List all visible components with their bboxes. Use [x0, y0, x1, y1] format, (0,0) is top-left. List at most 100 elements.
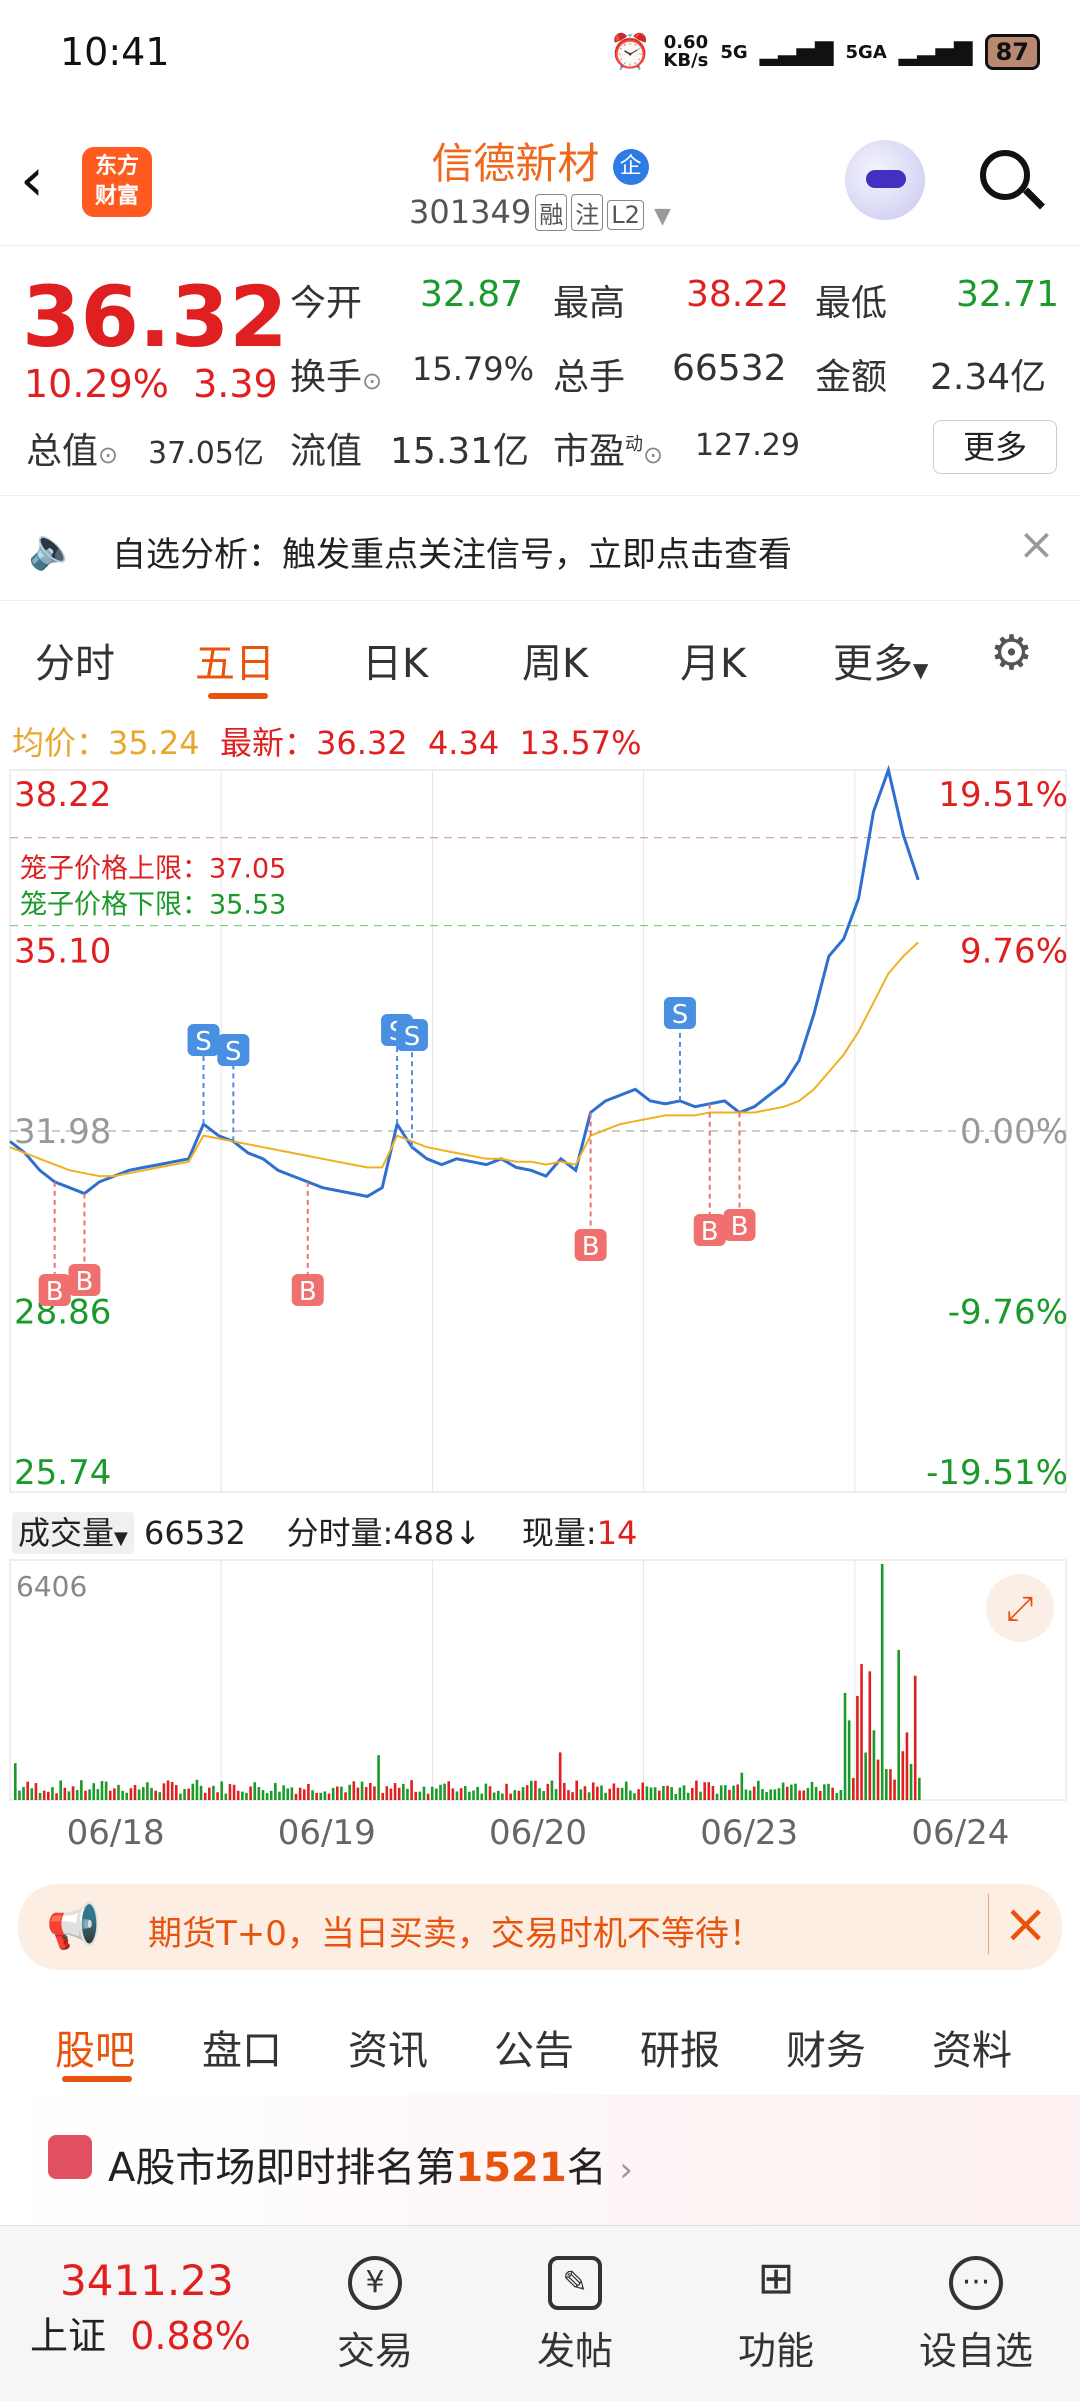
- volume-bar: [542, 1791, 545, 1800]
- volume-header: 成交量▼ 66532 分时量:488↓ 现量:14: [12, 1508, 637, 1554]
- volume-bar: [488, 1786, 492, 1800]
- volume-bar: [282, 1785, 285, 1800]
- volume-bar: [645, 1786, 649, 1800]
- volume-selector[interactable]: 成交量▼: [12, 1512, 134, 1554]
- tab-guba[interactable]: 股吧: [55, 2018, 135, 2076]
- volume-bar: [174, 1785, 178, 1800]
- more-button[interactable]: 更多: [933, 420, 1057, 474]
- status-bar: 10:41 ⏰ 0.60 KB/s 5G ▂▃▅▇ 5GA ▂▃▅▇ 87: [0, 0, 1080, 110]
- volume-bar: [711, 1786, 715, 1800]
- tab-research[interactable]: 研报: [640, 2018, 720, 2076]
- volume-bar: [327, 1793, 331, 1800]
- signal-icon: ▂▃▅▇: [898, 38, 973, 66]
- volume-bar: [307, 1783, 310, 1800]
- stock-header: ‹ 东方 财富 信德新材 企 301349 融注 L2 ▼: [0, 115, 1080, 246]
- tab-news[interactable]: 资讯: [348, 2018, 428, 2076]
- tab-profile[interactable]: 资料: [932, 2018, 1012, 2076]
- volume-bar: [75, 1790, 79, 1800]
- tab-intraday[interactable]: 分时: [35, 631, 115, 689]
- pe-label: 市盈动⊙: [553, 431, 664, 472]
- pe-value: 127.29: [695, 428, 800, 463]
- volume-bar: [389, 1788, 393, 1800]
- price-change: 10.29% 3.39: [24, 362, 278, 406]
- promo-text: 期货T+0，当日买卖，交易时机不等待！: [148, 1914, 763, 1954]
- y-axis-price-label: 25.74: [14, 1453, 111, 1493]
- volume-bar: [274, 1782, 277, 1800]
- nav-add-watchlist[interactable]: ··· 设自选: [916, 2256, 1036, 2375]
- volume-bar: [752, 1786, 756, 1800]
- market-rank-banner[interactable]: A股市场即时排名第1521名 ›: [0, 2095, 1080, 2225]
- volume-bar: [629, 1790, 632, 1800]
- volume-bar: [724, 1785, 727, 1800]
- volume-bar: [810, 1781, 814, 1800]
- volume-bar: [802, 1790, 806, 1800]
- volume-bar: [435, 1788, 438, 1800]
- trade-marker-label: B: [299, 1277, 317, 1307]
- volume-bar: [96, 1789, 100, 1800]
- tab-finance[interactable]: 财务: [786, 2018, 866, 2076]
- volume-bar: [410, 1780, 413, 1800]
- volume-bar: [633, 1793, 636, 1800]
- volume-bar: [38, 1792, 42, 1800]
- volume-bar: [335, 1786, 339, 1800]
- volume-bar: [748, 1790, 752, 1800]
- alert-banner[interactable]: 🔈 自选分析：触发重点关注信号，立即点击查看 ×: [0, 497, 1080, 601]
- volume-bar: [447, 1781, 451, 1800]
- five-day-chart[interactable]: 笼子价格上限：37.05 笼子价格下限：35.53 38.22 19.51% 35.10…: [0, 760, 1080, 1860]
- tab-five-day[interactable]: 五日: [195, 631, 275, 689]
- volume-bar: [765, 1791, 768, 1800]
- y-axis-price-label: 38.22: [14, 775, 111, 815]
- volume-bar: [257, 1787, 261, 1800]
- volume-bar: [773, 1789, 777, 1800]
- volume-bar: [158, 1792, 162, 1800]
- nav-functions[interactable]: ⊞ 功能: [716, 2256, 836, 2375]
- quote-panel: 36.32 10.29% 3.39 今开 32.87 最高 38.22 最低 3…: [0, 250, 1080, 496]
- volume-bar: [179, 1793, 182, 1800]
- volume-bar: [393, 1783, 397, 1800]
- volume-bar: [278, 1791, 281, 1800]
- tab-weekly-k[interactable]: 周K: [522, 631, 588, 689]
- trade-marker-label: S: [225, 1037, 242, 1067]
- trade-marker-label: S: [672, 1000, 689, 1030]
- volume-bar: [18, 1790, 21, 1800]
- volume-bar: [146, 1782, 149, 1800]
- volume-bar: [781, 1782, 785, 1800]
- net-speed: 0.60 KB/s: [663, 32, 709, 71]
- volume-bar: [732, 1785, 735, 1800]
- volume-bar: [26, 1781, 29, 1800]
- tab-pankou[interactable]: 盘口: [202, 2018, 282, 2076]
- open-label: 今开: [290, 283, 363, 324]
- volume-bar: [241, 1791, 244, 1800]
- volume-bar: [195, 1779, 199, 1800]
- volume-bar: [63, 1787, 67, 1800]
- volume-bar: [674, 1793, 678, 1800]
- volume-bar: [699, 1791, 702, 1800]
- trade-marker-label: B: [731, 1212, 749, 1242]
- volume-bar: [897, 1650, 900, 1800]
- nav-trade[interactable]: ¥ 交易: [315, 2256, 435, 2375]
- volume-bar: [232, 1784, 236, 1800]
- x-axis-date-label: 06/20: [489, 1813, 587, 1853]
- volume-bar: [166, 1780, 170, 1800]
- close-icon[interactable]: ×: [988, 1894, 1048, 1954]
- volume-bar: [129, 1788, 133, 1800]
- tab-monthly-k[interactable]: 月K: [680, 631, 746, 689]
- nav-post[interactable]: ✎ 发帖: [515, 2256, 635, 2375]
- promo-banner[interactable]: 📢 期货T+0，当日买卖，交易时机不等待！ ×: [18, 1884, 1062, 1970]
- volume-bar: [798, 1790, 801, 1800]
- tab-announcements[interactable]: 公告: [494, 2018, 574, 2076]
- close-icon[interactable]: ×: [1018, 519, 1055, 570]
- volume-bar: [827, 1783, 830, 1800]
- volume-bar: [47, 1791, 50, 1800]
- volume-bar: [579, 1789, 583, 1800]
- volume-bar: [42, 1790, 46, 1800]
- volume-bar: [736, 1784, 739, 1800]
- settings-gear-icon[interactable]: ⚙: [990, 625, 1033, 681]
- robot-visor: [866, 170, 906, 188]
- tab-more[interactable]: 更多▼: [833, 631, 928, 689]
- volume-bar: [302, 1789, 306, 1800]
- tab-daily-k[interactable]: 日K: [362, 631, 428, 689]
- index-quote[interactable]: 3411.23 上证 0.88%: [30, 2256, 290, 2360]
- signal-5ga: 5GA: [845, 41, 887, 63]
- volume-bar: [703, 1782, 706, 1800]
